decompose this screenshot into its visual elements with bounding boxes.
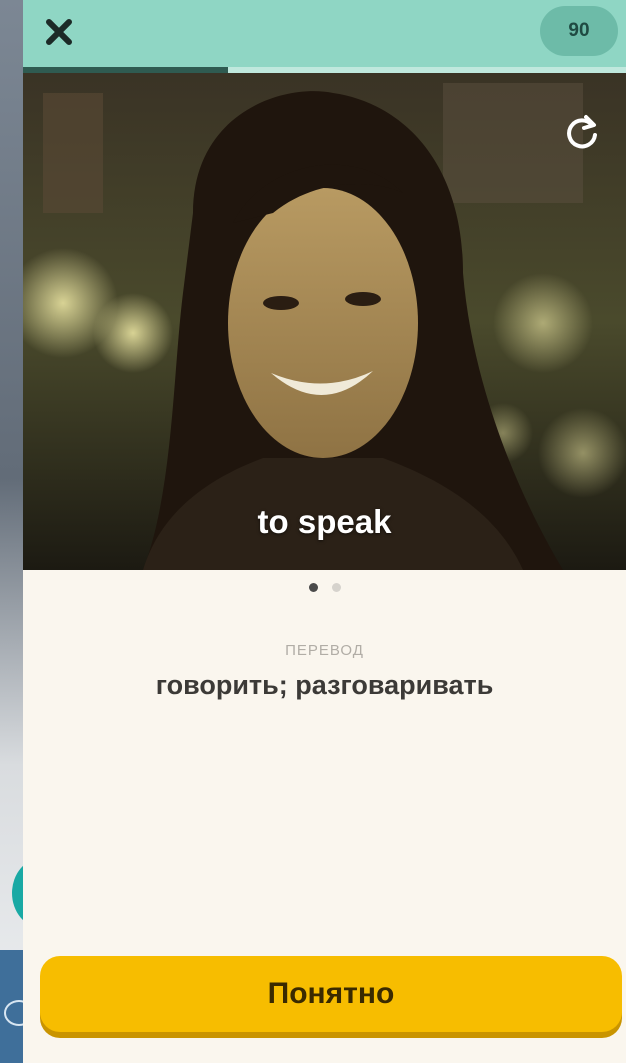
slide-indicator — [23, 580, 626, 594]
close-button[interactable] — [37, 10, 81, 54]
slide-dot-1[interactable] — [308, 582, 318, 592]
replay-icon — [567, 115, 597, 149]
score-badge: 90 — [540, 6, 618, 56]
close-icon — [46, 19, 72, 45]
word-photo: to speak — [23, 73, 626, 570]
got-it-button[interactable]: Понятно — [40, 956, 622, 1032]
word-caption: to speak — [257, 503, 392, 540]
photo-illustration — [23, 73, 626, 570]
slide-dot-2[interactable] — [331, 582, 341, 592]
app-screen: 90 to speak ПЕРЕВОД говорить; разговарив… — [23, 0, 626, 1063]
translation-text: говорить; разговаривать — [155, 670, 494, 700]
top-bar: 90 — [23, 0, 626, 72]
translation-label: ПЕРЕВОД — [285, 642, 364, 659]
replay-button[interactable] — [562, 113, 612, 163]
